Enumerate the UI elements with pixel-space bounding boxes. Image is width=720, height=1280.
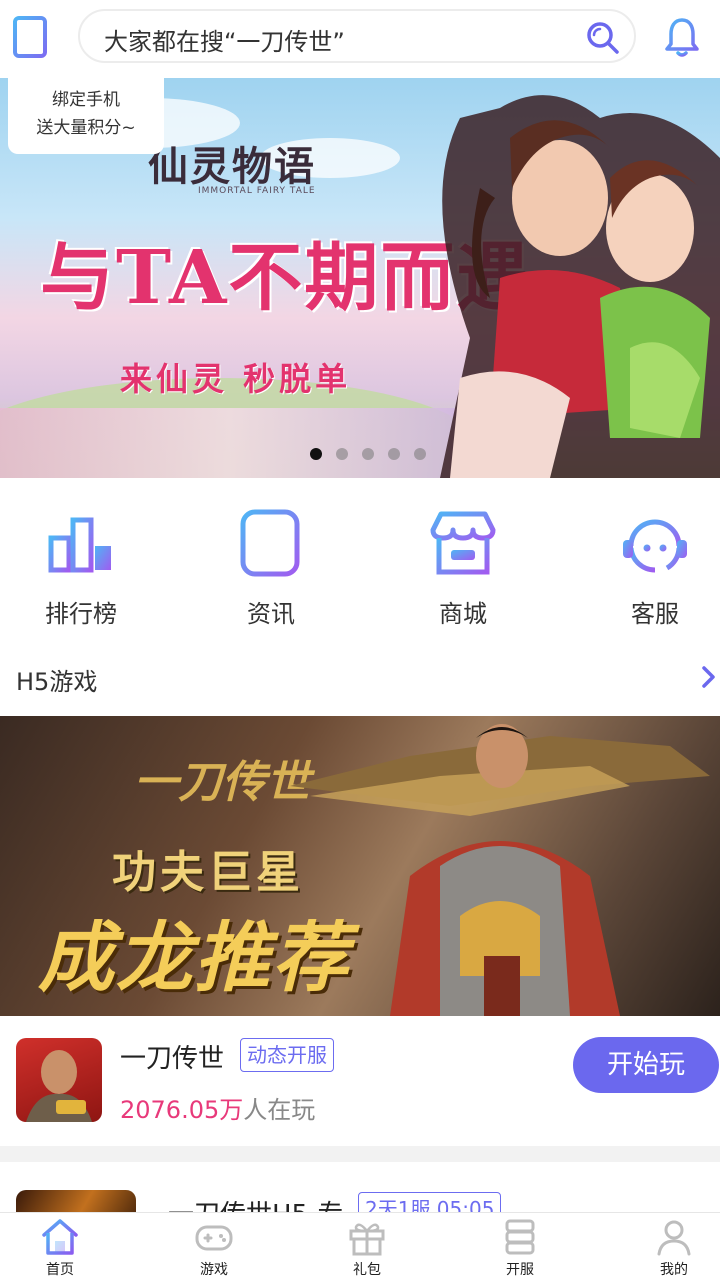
gift-icon — [349, 1223, 385, 1256]
bar-chart-icon — [48, 517, 113, 574]
game-server-badge: 动态开服 — [240, 1038, 334, 1072]
featured-game-banner[interactable]: 一刀传世 功夫巨星 成龙推荐 — [0, 716, 720, 1016]
section-title: H5游戏 — [16, 668, 98, 696]
game-name: 一刀传世 — [120, 1044, 225, 1074]
quick-nav-label: 客服 — [631, 600, 679, 628]
bottom-tab-bar: 首页 游戏 礼包 开服 我的 — [0, 1212, 720, 1280]
bell-icon[interactable] — [663, 16, 701, 58]
promo-banner-carousel[interactable]: 绑定手机 送大量积分~ 仙灵物语 IMMORTAL FAIRY TALE 与TA… — [0, 78, 720, 478]
quick-nav-support[interactable]: 客服 — [580, 508, 720, 629]
phone-icon[interactable] — [12, 16, 48, 58]
section-divider — [0, 1146, 720, 1162]
search-placeholder: 大家都在搜“一刀传世” — [104, 28, 345, 56]
game-thumbnail[interactable] — [16, 1038, 102, 1122]
game-banner-logo: 一刀传世 — [134, 757, 310, 808]
tab-label: 开服 — [506, 1262, 534, 1278]
banner-flowers — [0, 408, 460, 478]
server-icon — [505, 1219, 535, 1255]
game-thumbnail[interactable] — [16, 1190, 136, 1212]
user-icon — [657, 1220, 691, 1256]
gamepad-icon — [195, 1225, 233, 1251]
quick-nav-news[interactable]: 资讯 — [196, 508, 346, 629]
search-icon[interactable] — [586, 21, 620, 55]
carousel-dot[interactable] — [388, 448, 400, 460]
carousel-dot[interactable] — [310, 448, 322, 460]
document-icon — [240, 509, 300, 577]
bind-phone-tip[interactable]: 绑定手机 送大量积分~ — [8, 78, 164, 154]
top-header: 大家都在搜“一刀传世” — [0, 0, 720, 78]
quick-nav-label: 商城 — [439, 600, 487, 628]
tab-label: 我的 — [660, 1262, 688, 1278]
headset-icon — [623, 519, 687, 573]
quick-nav-ranking[interactable]: 排行榜 — [6, 508, 156, 629]
search-input[interactable]: 大家都在搜“一刀传世” — [78, 9, 636, 63]
game-thumbnail-art — [26, 1050, 92, 1122]
quick-nav-label: 排行榜 — [45, 600, 117, 628]
game-players: 2076.05万人在玩 — [120, 1090, 315, 1125]
bind-tip-line1: 绑定手机 — [52, 90, 120, 110]
carousel-dot[interactable] — [362, 448, 374, 460]
tab-gifts[interactable]: 礼包 — [307, 1217, 427, 1279]
carousel-dot[interactable] — [336, 448, 348, 460]
banner-character-art — [440, 95, 720, 478]
home-icon — [42, 1219, 78, 1255]
quick-nav-label: 资讯 — [247, 600, 295, 628]
players-count: 2076.05万 — [120, 1096, 244, 1124]
tab-home[interactable]: 首页 — [0, 1217, 120, 1279]
game-banner-character-art — [290, 724, 710, 1016]
carousel-indicator — [310, 448, 426, 460]
start-play-button[interactable]: 开始玩 — [573, 1037, 719, 1093]
game-list-item[interactable]: 一刀传世 动态开服 2076.05万人在玩 开始玩 — [0, 1016, 720, 1146]
carousel-dot[interactable] — [414, 448, 426, 460]
chevron-right-icon[interactable] — [700, 664, 718, 690]
game-list-item[interactable]: 一刀传世H5-专 2天1服 05:05 — [0, 1162, 720, 1212]
h5-games-section-header[interactable]: H5游戏 — [0, 650, 720, 706]
players-suffix: 人在玩 — [243, 1096, 316, 1124]
tab-label: 首页 — [46, 1262, 74, 1278]
banner-game-logo-subtext: IMMORTAL FAIRY TALE — [198, 186, 316, 196]
game-server-badge: 2天1服 05:05 — [358, 1192, 502, 1212]
game-banner-tagline: 功夫巨星 — [112, 847, 304, 898]
tab-label: 礼包 — [353, 1262, 381, 1278]
tab-label: 游戏 — [200, 1262, 228, 1278]
tab-games[interactable]: 游戏 — [154, 1217, 274, 1279]
bind-tip-line2: 送大量积分~ — [36, 118, 136, 138]
store-icon — [430, 511, 496, 575]
quick-nav-store[interactable]: 商城 — [388, 508, 538, 629]
game-name: 一刀传世H5-专 — [168, 1194, 343, 1212]
quick-nav: 排行榜 资讯 商城 客服 — [0, 478, 720, 638]
banner-game-logo: 仙灵物语 — [148, 143, 316, 190]
tab-profile[interactable]: 我的 — [614, 1217, 720, 1279]
tab-servers[interactable]: 开服 — [460, 1217, 580, 1279]
banner-subline: 来仙灵 秒脱单 — [120, 360, 352, 398]
